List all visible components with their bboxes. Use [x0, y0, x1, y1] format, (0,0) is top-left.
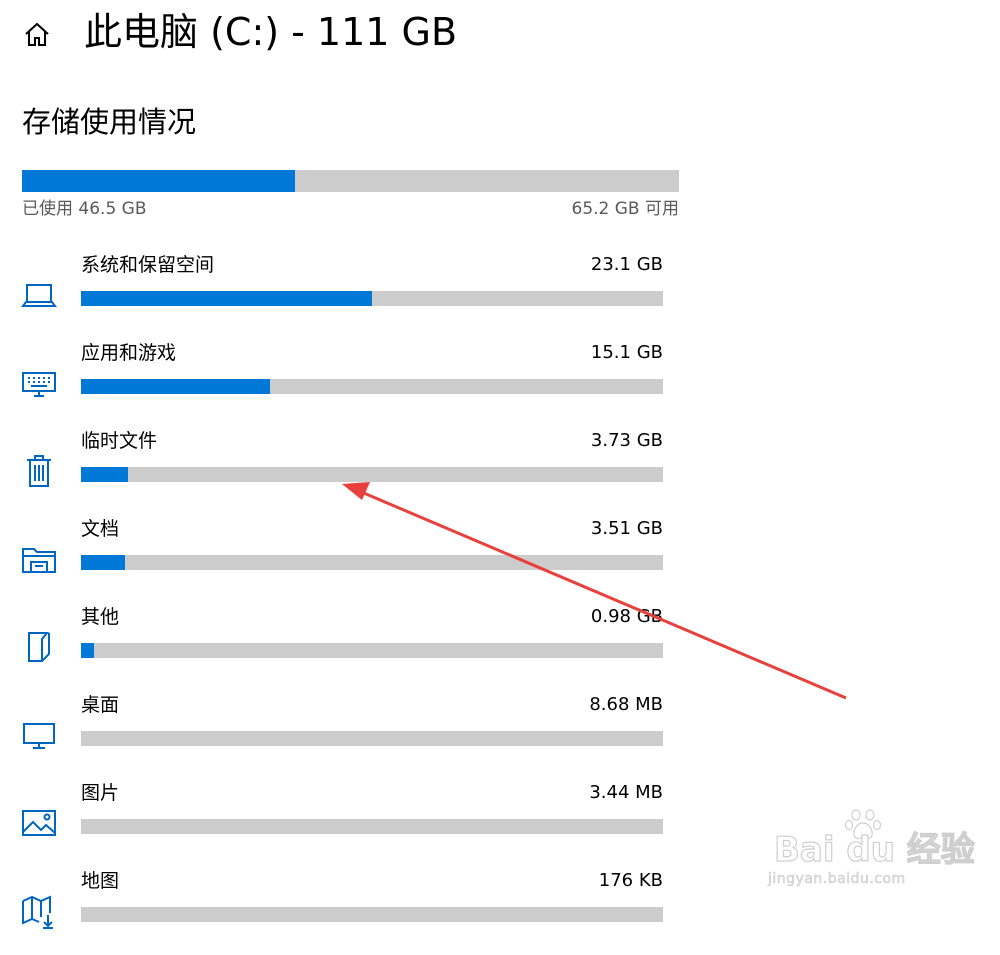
category-usage-bar: [81, 643, 663, 658]
category-item-pictures[interactable]: 图片 3.44 MB: [0, 779, 700, 867]
page-title: 此电脑 (C:) - 111 GB: [84, 10, 458, 54]
baidu-jingyan-watermark: Bai du 经验 jingyan.baidu.com: [764, 808, 975, 888]
category-usage-bar: [81, 819, 663, 834]
category-size: 176 KB: [598, 870, 663, 891]
category-name: 图片: [81, 782, 120, 804]
other-files-icon: [20, 627, 58, 665]
category-name: 临时文件: [81, 430, 158, 452]
overall-usage-bar: [22, 170, 679, 192]
category-item-other[interactable]: 其他 0.98 GB: [0, 603, 700, 691]
category-usage-fill: [81, 467, 128, 482]
trash-icon: [20, 451, 58, 489]
category-size: 15.1 GB: [590, 342, 663, 363]
category-usage-bar: [81, 291, 663, 306]
category-usage-bar: [81, 379, 663, 394]
category-size: 3.44 MB: [589, 782, 663, 803]
watermark-url: jingyan.baidu.com: [768, 871, 906, 888]
category-name: 系统和保留空间: [81, 254, 215, 276]
category-item-apps[interactable]: 应用和游戏 15.1 GB: [0, 339, 700, 427]
category-size: 3.73 GB: [590, 430, 663, 451]
category-usage-bar: [81, 467, 663, 482]
category-item-temp-files[interactable]: 临时文件 3.73 GB: [0, 427, 700, 515]
category-usage-fill: [81, 379, 271, 394]
category-item-desktop[interactable]: 桌面 8.68 MB: [0, 691, 700, 779]
used-space-label: 已使用 46.5 GB: [22, 199, 147, 219]
home-icon[interactable]: [22, 20, 52, 48]
category-item-system[interactable]: 系统和保留空间 23.1 GB: [0, 251, 700, 339]
map-download-icon: [20, 891, 58, 929]
category-size: 8.68 MB: [589, 694, 663, 715]
category-usage-bar: [81, 555, 663, 570]
documents-folder-icon: [20, 539, 58, 577]
picture-icon: [20, 803, 58, 841]
category-usage-bar: [81, 731, 663, 746]
category-name: 应用和游戏: [81, 342, 177, 364]
section-title: 存储使用情况: [22, 105, 197, 139]
free-space-label: 65.2 GB 可用: [571, 199, 680, 219]
category-name: 地图: [81, 870, 120, 892]
category-name: 其他: [81, 606, 120, 628]
category-name: 文档: [81, 518, 120, 540]
category-name: 桌面: [81, 694, 120, 716]
watermark-brand: Bai du 经验: [773, 829, 975, 870]
category-size: 0.98 GB: [590, 606, 663, 627]
overall-usage-fill: [22, 170, 296, 192]
laptop-icon: [20, 275, 58, 313]
category-usage-fill: [81, 643, 94, 658]
keyboard-icon: [20, 363, 58, 401]
desktop-monitor-icon: [20, 715, 58, 753]
category-size: 23.1 GB: [590, 254, 663, 275]
category-size: 3.51 GB: [590, 518, 663, 539]
category-usage-fill: [81, 555, 125, 570]
category-item-documents[interactable]: 文档 3.51 GB: [0, 515, 700, 603]
category-usage-fill: [81, 291, 372, 306]
category-item-maps[interactable]: 地图 176 KB: [0, 867, 700, 955]
